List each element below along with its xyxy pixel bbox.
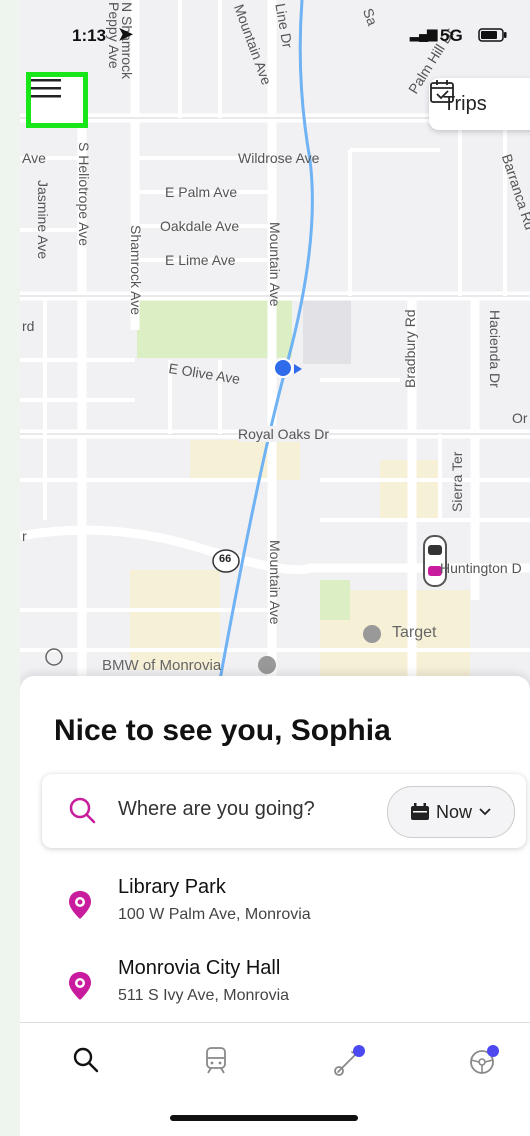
map-label-street: Huntington D xyxy=(440,560,522,576)
place-address: 100 W Palm Ave, Monrovia xyxy=(118,906,311,923)
status-time: 1:13 xyxy=(72,26,107,45)
tab-drive[interactable] xyxy=(464,1040,504,1080)
recent-place-item[interactable]: Library Park 100 W Palm Ave, Monrovia xyxy=(20,870,530,940)
map-label-street: Sierra Ter xyxy=(449,451,465,512)
calendar-icon xyxy=(410,803,429,820)
poi-bmw-of-monrovia[interactable]: BMW of Monrovia xyxy=(102,657,221,674)
signal-icon: ▂▄▆ xyxy=(410,26,437,41)
map-label-street: rd xyxy=(22,318,35,334)
destination-search-bar[interactable]: Where are you going? Now xyxy=(42,774,526,848)
map-label-street: Shamrock Ave xyxy=(128,225,144,316)
place-address: 511 S Ivy Ave, Monrovia xyxy=(118,987,290,1004)
route-66-shield: 66 xyxy=(219,553,232,565)
trips-button[interactable]: Trips xyxy=(429,78,530,130)
map-label-street: Ave xyxy=(22,150,46,166)
tab-bikes-scooters[interactable] xyxy=(330,1040,370,1080)
place-name: Monrovia City Hall xyxy=(118,957,281,979)
schedule-time-label: Now xyxy=(435,801,472,822)
schedule-time-button[interactable]: Now xyxy=(387,786,515,838)
tab-search[interactable] xyxy=(66,1040,106,1080)
place-name: Library Park xyxy=(118,876,226,898)
map-label-street: Royal Oaks Dr xyxy=(238,426,330,442)
map-label-street: Or xyxy=(512,410,528,426)
map-label-street: Mountain Ave xyxy=(267,540,283,625)
scooter-icon xyxy=(334,1045,365,1076)
home-indicator[interactable] xyxy=(170,1115,358,1121)
map-label-street: Hacienda Dr xyxy=(487,310,503,388)
tab-transit[interactable] xyxy=(196,1040,236,1080)
calendar-check-icon xyxy=(430,80,454,103)
map-label-street: Wildrose Ave xyxy=(238,150,320,166)
hamburger-icon xyxy=(31,79,61,98)
map-label-street: S Heliotrope Ave xyxy=(76,142,92,247)
search-icon xyxy=(69,797,96,824)
poi-target[interactable]: Target xyxy=(392,624,436,642)
search-placeholder[interactable]: Where are you going? xyxy=(118,798,315,821)
search-icon xyxy=(73,1047,99,1073)
recent-place-item[interactable]: Monrovia City Hall 511 S Ivy Ave, Monrov… xyxy=(20,951,530,1021)
transit-icon xyxy=(206,1047,226,1074)
map-label-street: r xyxy=(22,528,27,544)
map-view[interactable]: Wildrose Ave E Palm Ave Oakdale Ave E Li… xyxy=(20,0,530,700)
map-label-street: E Palm Ave xyxy=(165,184,238,200)
map-label-street: Oakdale Ave xyxy=(160,218,240,234)
map-label-street: E Lime Ave xyxy=(165,252,236,268)
location-pin-icon xyxy=(69,891,91,919)
menu-button[interactable] xyxy=(26,72,88,128)
location-pin-icon xyxy=(69,972,91,1000)
map-label-street: Mountain Ave xyxy=(267,222,283,307)
steering-wheel-icon xyxy=(470,1045,499,1074)
greeting-title: Nice to see you, Sophia xyxy=(54,714,391,747)
bottom-sheet: Nice to see you, Sophia Where are you go… xyxy=(20,676,530,1136)
chevron-down-icon xyxy=(479,808,491,816)
app-screen: Wildrose Ave E Palm Ave Oakdale Ave E Li… xyxy=(20,0,530,1136)
map-label-street: Jasmine Ave xyxy=(35,180,51,260)
network-type: 5G xyxy=(440,26,463,45)
map-label-street: Bradbury Rd xyxy=(402,309,418,388)
location-arrow-icon: ➤ xyxy=(118,24,134,44)
tab-bar-divider xyxy=(20,1022,530,1023)
